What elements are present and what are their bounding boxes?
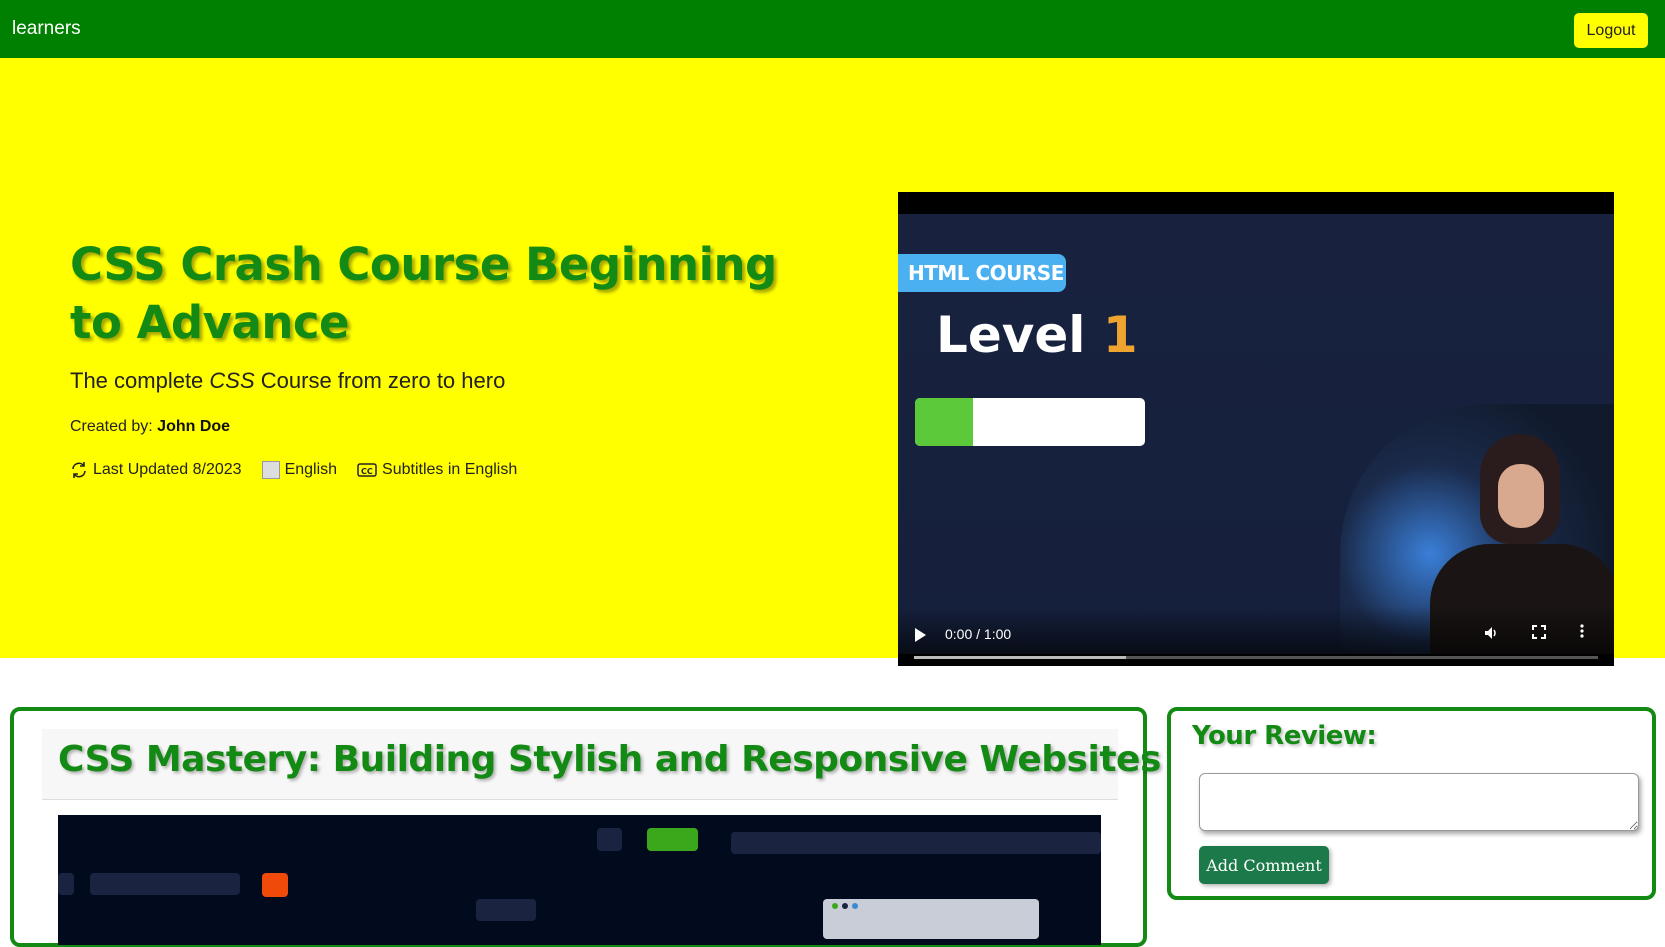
language-text: English (284, 461, 338, 478)
course-preview-image (58, 815, 1101, 945)
review-title: Your Review: (1192, 721, 1377, 751)
subtitle-emphasis: CSS (209, 368, 255, 393)
logout-button[interactable]: Logout (1574, 13, 1648, 48)
subtitle-prefix: The complete (70, 368, 210, 393)
subtitles: CC Subtitles in English (357, 461, 517, 479)
subtitles-text: Subtitles in English (382, 461, 518, 478)
fullscreen-icon[interactable] (1531, 624, 1547, 645)
review-input[interactable] (1199, 773, 1639, 831)
volume-icon[interactable] (1483, 625, 1499, 646)
level-number: 1 (1102, 306, 1138, 364)
video-controls: 0:00 / 1:00 (898, 606, 1614, 666)
subtitle-suffix: Course from zero to hero (254, 368, 506, 393)
video-player[interactable]: HTML COURSE Level 1 0:00 / 1:00 (898, 192, 1614, 666)
video-time: 0:00 / 1:00 (945, 626, 1012, 642)
more-options-icon[interactable] (1579, 623, 1585, 644)
navbar: learners Logout (0, 0, 1665, 58)
level-word: Level (936, 306, 1086, 364)
course-card-header: CSS Mastery: Building Stylish and Respon… (42, 729, 1161, 800)
closed-captions-icon: CC (357, 462, 377, 478)
author-name: John Doe (157, 418, 231, 435)
video-frame: HTML COURSE Level 1 (898, 214, 1614, 654)
last-updated-text: Last Updated 8/2023 (93, 461, 242, 478)
html-course-badge: HTML COURSE (898, 254, 1066, 292)
level-progress-bar (915, 398, 1145, 446)
add-comment-button[interactable]: Add Comment (1199, 846, 1329, 884)
hero-section: CSS Crash Course Beginning to Advance Th… (0, 58, 1665, 666)
level-progress-fill (915, 398, 973, 446)
created-by: Created by: John Doe (70, 418, 230, 436)
seek-bar-fill (914, 656, 1127, 659)
course-card-title: CSS Mastery: Building Stylish and Respon… (58, 739, 1161, 780)
seek-bar[interactable] (914, 656, 1598, 659)
brand-logo[interactable]: learners (12, 18, 81, 40)
review-card: Your Review: Add Comment (1167, 707, 1656, 900)
course-meta: Last Updated 8/2023 English CC Subtitles… (70, 461, 537, 479)
created-by-label: Created by: (70, 418, 153, 435)
refresh-icon (70, 461, 88, 479)
language-flag-icon (261, 461, 280, 479)
svg-text:CC: CC (361, 467, 373, 476)
language: English (261, 461, 338, 479)
play-icon[interactable] (915, 628, 926, 642)
course-subtitle: The complete CSS Course from zero to her… (70, 368, 505, 394)
last-updated: Last Updated 8/2023 (70, 461, 242, 479)
course-title: CSS Crash Course Beginning to Advance (70, 238, 777, 349)
course-card: CSS Mastery: Building Stylish and Respon… (10, 707, 1161, 947)
level-label: Level 1 (936, 306, 1138, 364)
